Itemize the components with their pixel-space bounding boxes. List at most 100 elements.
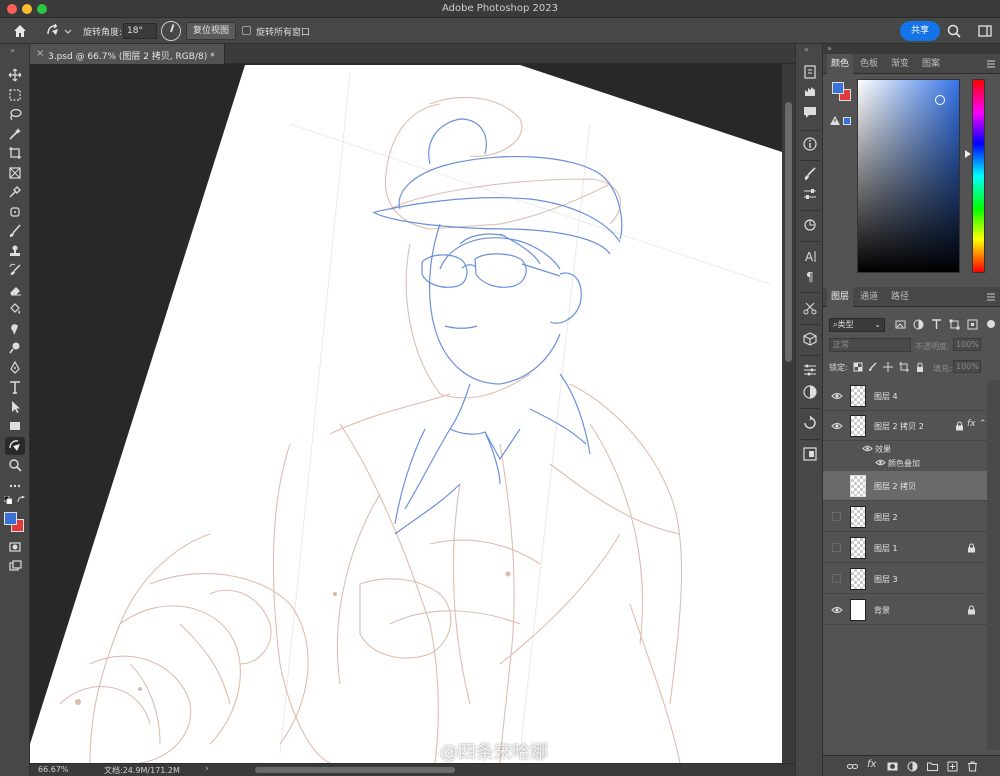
vertical-scroll-thumb[interactable] [785,102,792,362]
quick-mask-button[interactable] [5,538,25,556]
canvas-drawing[interactable] [30,64,782,763]
history-brush-tool[interactable] [5,261,25,279]
eyedropper-tool[interactable] [5,183,25,201]
rotate-panel-icon[interactable] [802,415,818,431]
web-safe-color-swatch[interactable] [843,117,851,125]
lock-position-icon[interactable] [883,362,893,372]
layer-row[interactable]: 图层 2 [823,502,987,532]
document-tab[interactable]: × 3.psd @ 66.7% (图层 2 拷贝, RGB/8) * [30,44,225,64]
paint-bucket-tool[interactable] [5,300,25,318]
clone-stamp-tool[interactable] [5,242,25,260]
eraser-tool[interactable] [5,281,25,299]
properties-panel-icon[interactable] [802,362,818,378]
move-tool[interactable] [5,66,25,84]
layer-row-selected[interactable]: 图层 2 拷贝 [823,471,987,501]
new-group-icon[interactable] [927,761,938,772]
effect-eye-icon[interactable] [875,458,886,467]
info-panel-icon[interactable] [802,136,818,152]
tab-patterns[interactable]: 图案 [918,54,944,74]
lock-artboard-icon[interactable] [899,362,909,372]
crop-tool[interactable] [5,144,25,162]
tool-presets-icon[interactable] [802,300,818,316]
collapse-arrows-icon[interactable]: « [804,45,809,54]
horizontal-scroll-thumb[interactable] [255,767,455,773]
layer-row[interactable]: 图层 3 [823,564,987,594]
hue-slider[interactable] [972,79,985,273]
navigator-panel-icon[interactable] [802,446,818,462]
default-colors-icon[interactable] [4,496,12,504]
actions-panel-icon[interactable] [802,84,818,100]
smudge-tool[interactable] [5,320,25,338]
workspace-icon[interactable] [977,23,993,39]
panel-collapse-bar[interactable]: » [823,44,1000,54]
delete-layer-icon[interactable] [967,761,978,772]
adjustments-panel-icon[interactable] [802,384,818,400]
close-tab-icon[interactable]: × [36,48,44,59]
clone-source-icon[interactable] [802,217,818,233]
panel-menu-icon[interactable] [986,292,996,302]
reset-view-button[interactable]: 复位视图 [186,22,236,40]
magic-wand-tool[interactable] [5,125,25,143]
canvas-vertical-scrollbar[interactable] [782,64,795,763]
rotate-angle-dial[interactable] [161,21,181,41]
blend-mode-select[interactable]: 正常 [829,338,911,352]
lock-image-pixels-icon[interactable] [868,362,878,372]
layer-row[interactable]: 图层 2 拷贝 2 fx ⌃ [823,411,987,441]
share-button[interactable]: 共享 [900,21,940,41]
brush-tool[interactable] [5,222,25,240]
tab-gradients[interactable]: 渐变 [887,54,913,74]
effects-eye-icon[interactable] [862,444,873,453]
foreground-color-swatch-top[interactable] [4,512,17,525]
rotate-all-windows-checkbox[interactable] [242,26,251,35]
layers-scrollbar[interactable] [987,380,1000,750]
adjustments-sliders-icon[interactable] [802,186,818,202]
panel-menu-icon[interactable] [986,59,996,69]
lock-all-icon[interactable] [915,362,925,372]
filter-type-icon[interactable] [931,319,942,330]
layer-filter-select[interactable]: ⌕类型 ⌄ [829,318,885,332]
canvas-area[interactable] [30,64,782,763]
lasso-tool[interactable] [5,105,25,123]
tab-paths[interactable]: 路径 [887,287,913,307]
filter-smart-object-icon[interactable] [967,319,978,330]
visibility-toggle-off[interactable] [832,574,841,583]
color-picker-cursor[interactable] [935,95,945,105]
tab-swatches[interactable]: 色板 [856,54,882,74]
search-icon[interactable] [946,23,962,39]
home-button[interactable] [10,22,30,40]
pen-tool[interactable] [5,359,25,377]
link-layers-icon[interactable] [847,761,858,772]
paragraph-panel-icon[interactable]: ¶ [802,268,818,284]
layer-row[interactable]: 图层 1 [823,533,987,563]
layer-effects-badge[interactable]: fx [967,419,976,429]
rotate-view-tool-preset[interactable] [44,22,74,40]
color-picker-field[interactable] [857,79,960,273]
effects-group-row[interactable]: 效果 [823,441,987,456]
status-menu-arrow-icon[interactable]: › [205,764,209,774]
filter-shape-icon[interactable] [949,319,960,330]
rectangle-tool[interactable] [5,417,25,435]
color-panel-foreground-swatch-top[interactable] [832,82,844,94]
lock-transparent-pixels-icon[interactable] [853,362,863,372]
swap-colors-icon[interactable] [17,496,25,504]
visibility-toggle-off[interactable] [832,512,841,521]
new-layer-icon[interactable] [947,761,958,772]
type-tool[interactable] [5,378,25,396]
visibility-toggle-off[interactable] [832,543,841,552]
add-mask-icon[interactable] [887,761,898,772]
fill-field[interactable]: 100% [953,360,981,373]
new-adjustment-layer-icon[interactable] [907,761,918,772]
3d-cube-icon[interactable] [802,331,818,347]
visibility-eye-icon[interactable] [831,605,843,615]
more-tools[interactable] [5,477,25,495]
frame-tool[interactable] [5,164,25,182]
out-of-gamut-warning-icon[interactable] [830,116,840,125]
rotate-view-tool[interactable] [5,437,25,455]
zoom-level[interactable]: 66.67% [38,765,69,774]
filter-pixel-icon[interactable] [895,319,906,330]
tab-layers[interactable]: 图层 [827,287,854,307]
filter-adjustment-icon[interactable] [913,319,924,330]
chevron-up-icon[interactable]: ⌃ [979,419,987,429]
filter-toggle[interactable] [987,320,995,328]
character-panel-icon[interactable]: A [802,248,818,264]
